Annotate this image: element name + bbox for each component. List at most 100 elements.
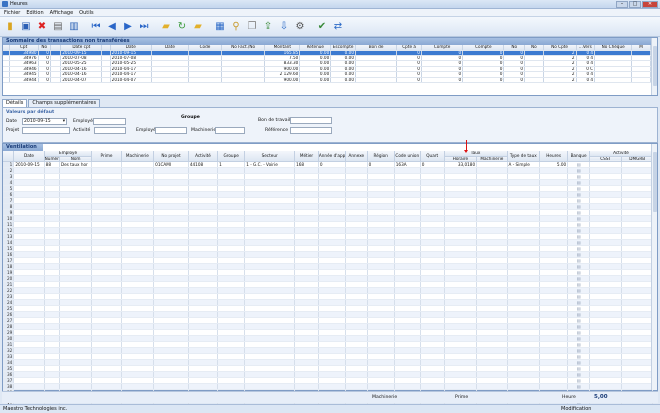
date-field[interactable]: 2010-09-15 ▾	[22, 118, 67, 125]
ventilation-col-header[interactable]: Date	[13, 151, 45, 163]
transaction-cell: 0	[421, 77, 464, 83]
menu-outils[interactable]: Outils	[79, 10, 93, 16]
annotation-arrow	[464, 140, 468, 153]
transactions-scrollbar[interactable]	[651, 38, 657, 95]
groupe-machinerie-field[interactable]	[215, 127, 245, 134]
transaction-cell: 34944	[9, 77, 39, 83]
next-icon[interactable]: ▶	[121, 20, 135, 34]
ventilation-col-header[interactable]: Numéro	[44, 156, 60, 163]
groupe-employe-label: Employé	[136, 128, 156, 133]
transaction-row[interactable]: 34944 0 2010-04-07 2010-04-07 900.00 0.00 0.00…	[3, 77, 651, 83]
window-title: Heures	[10, 1, 28, 7]
ventilation-col-header[interactable]: Activité	[188, 151, 219, 163]
transaction-cell	[151, 77, 190, 83]
groupe-employe-field[interactable]	[155, 127, 187, 134]
ventilation-title: Ventilation	[3, 144, 43, 151]
transaction-cell: 0	[503, 77, 526, 83]
maximize-button[interactable]: □	[629, 1, 641, 8]
ventilation-col-header[interactable]: Type de taux	[507, 151, 541, 163]
tx-col-header[interactable]: ...Vers	[576, 45, 596, 51]
ventilation-col-header[interactable]: Machinerie	[121, 151, 155, 163]
ventilation-col-header[interactable]: Année d'apprenti	[318, 151, 347, 163]
transaction-cell	[50, 77, 62, 83]
menu-affichage[interactable]: Affichage	[50, 10, 74, 16]
prev-icon[interactable]: ◀	[105, 20, 119, 34]
employe-field[interactable]	[93, 118, 126, 125]
defaults-panel: Valeurs par défaut Date 2010-09-15 ▾ Empl…	[2, 107, 658, 143]
transaction-cell: 2010-04-07	[110, 77, 152, 83]
transaction-cell: 2	[543, 77, 577, 83]
ventilation-col-header[interactable]: Prime	[91, 151, 122, 163]
heure-total-value: 5,00	[594, 394, 608, 400]
transfer-icon[interactable]: ⇄	[331, 20, 345, 34]
ventilation-col-header[interactable]: Heures	[539, 151, 569, 163]
ventilation-col-header[interactable]: Code union	[394, 151, 421, 163]
folder-check-icon[interactable]: ▰	[191, 20, 205, 34]
transaction-cell: 0.00	[299, 77, 332, 83]
window-titlebar: Heures – □ ✕	[0, 0, 660, 9]
transaction-cell: 0	[396, 77, 422, 83]
refresh-icon[interactable]: ↻	[175, 20, 189, 34]
ventilation-col-header[interactable]	[3, 151, 15, 163]
ventilation-col-header[interactable]: Région	[367, 151, 395, 163]
table-icon[interactable]: ▦	[213, 20, 227, 34]
book-icon[interactable]: ▥	[67, 20, 81, 34]
tx-col-header[interactable]: Escompte	[330, 45, 356, 51]
tab-details[interactable]: Détails	[2, 99, 28, 107]
transaction-cell	[594, 77, 633, 83]
ventilation-col-header[interactable]: No projet	[153, 151, 189, 163]
mode-indicator: Modification	[561, 406, 592, 412]
menu-fichier[interactable]: Fichier	[4, 10, 20, 16]
folder-icon[interactable]: ▮	[3, 20, 17, 34]
print-icon[interactable]: ▤	[51, 20, 65, 34]
ventilation-col-header[interactable]: Métier	[294, 151, 319, 163]
groupe-label: Groupe	[181, 115, 200, 120]
ventilation-scrollbar[interactable]	[651, 144, 657, 390]
transaction-cell	[524, 77, 544, 83]
transaction-cell: 0 4	[576, 77, 596, 83]
last-icon[interactable]: ⏭	[137, 20, 151, 34]
transaction-cell: 0.00	[330, 77, 356, 83]
ventilation-col-header[interactable]: Banque	[567, 151, 590, 163]
bon-travail-field[interactable]	[290, 117, 332, 124]
toolbar: ▮ ▣ ✖ ▤ ▥ ⏮ ◀ ▶ ⏭ ▰ ↻ ▰ ▦ ⚲ ❐ ⇪ ⇩ ⚙ ✔ ⇄	[0, 17, 660, 37]
import-icon[interactable]: ⇩	[277, 20, 291, 34]
ventilation-cell[interactable]: 2010-09-15	[13, 161, 45, 169]
minimize-button[interactable]: –	[616, 1, 628, 8]
ventilation-table: Date Employé Prime Machinerie No projet Activ…	[3, 151, 654, 413]
transaction-cell	[188, 77, 222, 83]
save-icon[interactable]: ▣	[19, 20, 33, 34]
ventilation-col-header[interactable]: Machinerie	[476, 156, 508, 163]
menu-edition[interactable]: Edition	[26, 10, 43, 16]
projet-field[interactable]	[22, 127, 70, 134]
reference-label: Référence	[265, 128, 289, 133]
activite-field[interactable]	[94, 127, 126, 134]
totals-bar: Machinerie Prime Heure 5,00	[2, 391, 658, 403]
copy-icon[interactable]: ❐	[245, 20, 259, 34]
transactions-table: Cpt No Date cpt Date Date Code No Fact./No Mont…	[3, 45, 651, 83]
ventilation-col-header[interactable]: Secteur	[244, 151, 296, 163]
close-button[interactable]: ✕	[642, 1, 658, 8]
transaction-cell	[631, 77, 651, 83]
groupe-machinerie-label: Machinerie	[191, 128, 217, 133]
first-icon[interactable]: ⏮	[89, 20, 103, 34]
ventilation-panel: Ventilation Date Employé Prime Machinerie No…	[2, 143, 658, 413]
tools-icon[interactable]: ⚙	[293, 20, 307, 34]
transaction-cell	[355, 77, 398, 83]
folder-open-icon[interactable]: ▰	[159, 20, 173, 34]
delete-icon[interactable]: ✖	[35, 20, 49, 34]
filter-icon[interactable]: ⚲	[229, 20, 243, 34]
export-icon[interactable]: ⇪	[261, 20, 275, 34]
ventilation-col-header[interactable]: Annexe	[345, 151, 368, 163]
ventilation-col-header[interactable]: Groupe	[217, 151, 246, 163]
menu-bar: Fichier Edition Affichage Outils	[0, 9, 660, 17]
ventilation-col-header[interactable]: Quart	[420, 151, 445, 163]
transaction-cell: 2010-04-07	[60, 77, 103, 83]
prime-total-label: Prime	[455, 395, 469, 400]
transaction-cell	[221, 77, 266, 83]
tab-extra-fields[interactable]: Champs supplémentaires	[28, 99, 101, 107]
activite-label: Activité	[73, 128, 91, 133]
send-icon[interactable]: ✔	[315, 20, 329, 34]
ventilation-cell[interactable]: Des taux hor	[59, 161, 93, 169]
reference-field[interactable]	[290, 127, 332, 134]
